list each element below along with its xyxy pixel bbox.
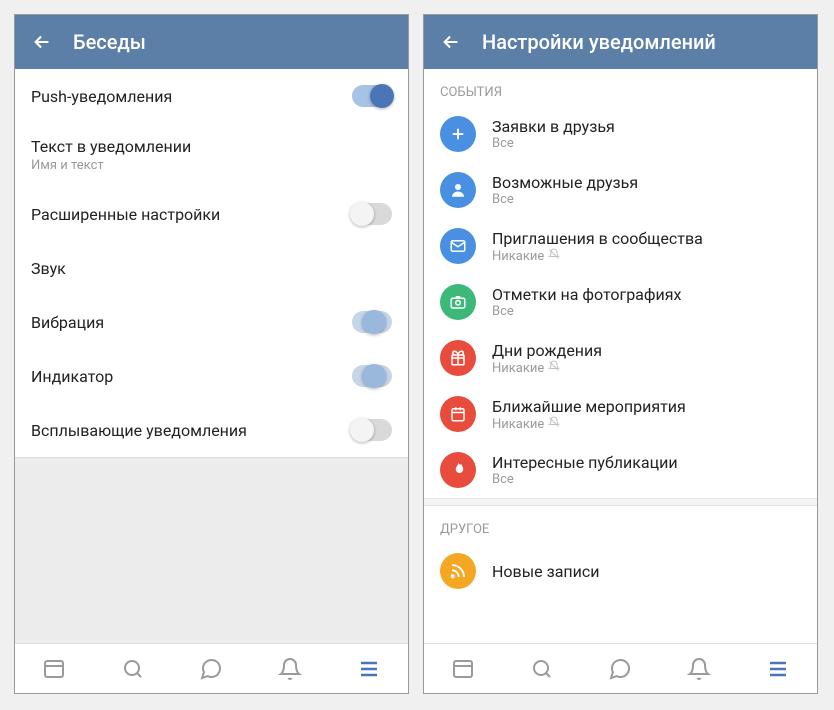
tab-menu[interactable] — [764, 655, 792, 683]
tab-notifications[interactable] — [685, 655, 713, 683]
row-label: Звук — [31, 259, 392, 278]
content-right[interactable]: СОБЫТИЯ Заявки в друзьяВсеВозможные друз… — [424, 69, 817, 643]
toggle-switch[interactable] — [352, 203, 392, 225]
row-label: Всплывающие уведомления — [31, 421, 352, 440]
phone-left: Беседы Push-уведомления Текст в уведомлен… — [14, 14, 409, 694]
back-button[interactable] — [438, 29, 464, 55]
event-label: Приглашения в сообщества — [492, 229, 801, 248]
event-sublabel: Все — [492, 192, 801, 207]
row-sublabel: Имя и текст — [31, 158, 392, 173]
row-label: Текст в уведомлении — [31, 137, 392, 156]
settings-row[interactable]: Текст в уведомлении Имя и текст — [15, 123, 408, 187]
toggle-switch[interactable] — [352, 85, 392, 107]
tab-messages[interactable] — [197, 655, 225, 683]
rss-icon — [440, 553, 476, 589]
tab-notifications[interactable] — [276, 655, 304, 683]
event-row[interactable]: Ближайшие мероприятияНикакие — [424, 386, 817, 442]
plus-icon — [440, 116, 476, 152]
fire-icon — [440, 452, 476, 488]
user-icon — [440, 172, 476, 208]
event-label: Интересные публикации — [492, 453, 801, 472]
event-sublabel: Все — [492, 472, 801, 487]
tab-search[interactable] — [528, 655, 556, 683]
calendar-icon — [440, 396, 476, 432]
event-sublabel: Все — [492, 136, 801, 151]
section-events-title: СОБЫТИЯ — [424, 69, 817, 106]
tabbar-left — [15, 643, 408, 693]
tab-feed[interactable] — [449, 655, 477, 683]
event-label: Отметки на фотографиях — [492, 285, 801, 304]
section-other-title: ДРУГОЕ — [424, 506, 817, 543]
event-label: Ближайшие мероприятия — [492, 397, 801, 416]
event-row[interactable]: Заявки в друзьяВсе — [424, 106, 817, 162]
event-label: Заявки в друзья — [492, 117, 801, 136]
row-label: Расширенные настройки — [31, 205, 352, 224]
row-label: Push-уведомления — [31, 87, 352, 106]
tabbar-right — [424, 643, 817, 693]
mail-icon — [440, 228, 476, 264]
toggle-switch[interactable] — [352, 419, 392, 441]
event-sublabel: Никакие — [492, 248, 801, 264]
back-button[interactable] — [29, 29, 55, 55]
header-title-left: Беседы — [73, 30, 146, 54]
event-row[interactable]: Отметки на фотографияхВсе — [424, 274, 817, 330]
toggle-switch[interactable] — [352, 311, 392, 333]
settings-row[interactable]: Расширенные настройки — [15, 187, 408, 241]
header-left: Беседы — [15, 15, 408, 69]
row-label: Индикатор — [31, 367, 352, 386]
settings-row[interactable]: Push-уведомления — [15, 69, 408, 123]
row-label: Вибрация — [31, 313, 352, 332]
event-sublabel: Никакие — [492, 360, 801, 376]
event-row[interactable]: Приглашения в сообществаНикакие — [424, 218, 817, 274]
toggle-switch[interactable] — [352, 365, 392, 387]
settings-row[interactable]: Вибрация — [15, 295, 408, 349]
back-arrow-icon — [31, 31, 53, 53]
tab-feed[interactable] — [40, 655, 68, 683]
content-left: Push-уведомления Текст в уведомлении Имя и… — [15, 69, 408, 643]
event-label: Дни рождения — [492, 341, 801, 360]
event-row[interactable]: Новые записи — [424, 543, 817, 599]
event-row[interactable]: Интересные публикацииВсе — [424, 442, 817, 498]
tab-search[interactable] — [119, 655, 147, 683]
settings-row[interactable]: Всплывающие уведомления — [15, 403, 408, 457]
event-label: Возможные друзья — [492, 173, 801, 192]
header-right: Настройки уведомлений — [424, 15, 817, 69]
event-row[interactable]: Дни рожденияНикакие — [424, 330, 817, 386]
phone-right: Настройки уведомлений СОБЫТИЯ Заявки в д… — [423, 14, 818, 694]
settings-row[interactable]: Индикатор — [15, 349, 408, 403]
tab-messages[interactable] — [606, 655, 634, 683]
event-sublabel: Все — [492, 304, 801, 319]
settings-row[interactable]: Звук — [15, 241, 408, 295]
camera-icon — [440, 284, 476, 320]
event-label: Новые записи — [492, 562, 801, 581]
section-divider — [424, 498, 817, 506]
back-arrow-icon — [440, 31, 462, 53]
header-title-right: Настройки уведомлений — [482, 30, 716, 54]
gift-icon — [440, 340, 476, 376]
tab-menu[interactable] — [355, 655, 383, 683]
event-sublabel: Никакие — [492, 416, 801, 432]
empty-area — [15, 457, 408, 643]
event-row[interactable]: Возможные друзьяВсе — [424, 162, 817, 218]
